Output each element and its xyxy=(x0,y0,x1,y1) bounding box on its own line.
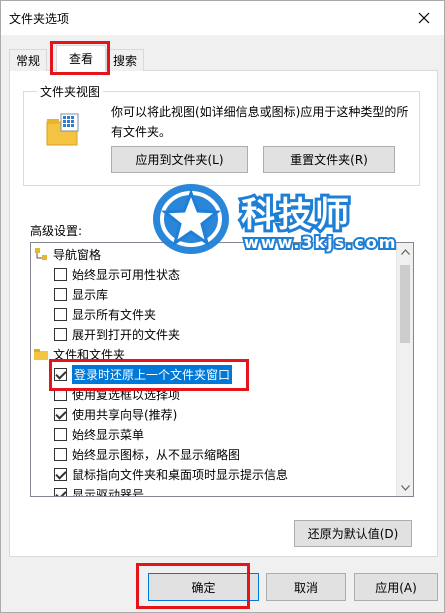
advanced-settings-list[interactable]: 导航窗格 始终显示可用性状态 显示库 显示所有文件夹 展开到打开的文件夹 文件和… xyxy=(30,242,414,497)
watermark-name: 科技师 xyxy=(238,192,352,238)
checkbox[interactable] xyxy=(54,287,67,301)
checkbox[interactable] xyxy=(54,327,67,341)
list-item-use-sharing-wizard[interactable]: 使用共享向导(推荐) xyxy=(54,404,413,424)
list-item-show-pop-up-descriptions[interactable]: 鼠标指向文件夹和桌面项时显示提示信息 xyxy=(54,464,413,484)
scroll-thumb[interactable] xyxy=(400,265,410,343)
advanced-settings-label: 高级设置: xyxy=(30,224,83,238)
list-item-always-show-menus[interactable]: 始终显示菜单 xyxy=(54,424,413,444)
folder-views-legend: 文件夹视图 xyxy=(37,83,104,100)
tab-general-label: 常规 xyxy=(16,54,41,68)
list-item-label: 始终显示图标，从不显示缩略图 xyxy=(72,447,241,462)
checkbox[interactable] xyxy=(54,367,67,381)
list-item-label: 始终显示菜单 xyxy=(72,427,145,442)
checkbox[interactable] xyxy=(54,427,67,441)
list-item-label: 显示库 xyxy=(72,287,109,302)
tab-view-label: 查看 xyxy=(68,52,93,66)
title-bar: 文件夹选项 xyxy=(1,1,444,35)
tab-bar: 常规 查看 搜索 xyxy=(9,45,438,73)
list-item-label: 导航窗格 xyxy=(53,247,102,262)
list-item-show-drive-letters[interactable]: 显示驱动器号 xyxy=(54,484,413,497)
list-item-label: 使用共享向导(推荐) xyxy=(72,407,178,422)
list-group-files-and-folders: 文件和文件夹 xyxy=(34,344,400,364)
folder-options-dialog: 文件夹选项 常规 查看 搜索 文件夹视图 你可以将此视图(如详细信息或图标)应用… xyxy=(0,0,445,613)
list-item-expand-to-open-folder[interactable]: 展开到打开的文件夹 xyxy=(54,324,413,344)
tab-view[interactable]: 查看 xyxy=(56,45,106,73)
folder-view-icon xyxy=(46,113,80,147)
list-item-restore-previous-folder-windows[interactable]: 登录时还原上一个文件夹窗口 xyxy=(54,364,413,384)
list-item-always-show-icons[interactable]: 始终显示图标，从不显示缩略图 xyxy=(54,444,413,464)
navigation-pane-icon xyxy=(35,248,47,260)
tab-general[interactable]: 常规 xyxy=(9,49,48,72)
list-item-label: 显示所有文件夹 xyxy=(72,307,157,322)
watermark-url: www.3kjs.com xyxy=(242,231,398,254)
window-title: 文件夹选项 xyxy=(9,12,70,26)
list-item-show-all-folders[interactable]: 显示所有文件夹 xyxy=(54,304,413,324)
checkbox[interactable] xyxy=(54,407,67,421)
close-button[interactable] xyxy=(410,5,438,31)
apply-to-folders-button[interactable]: 应用到文件夹(L) xyxy=(111,146,248,173)
list-item-label: 登录时还原上一个文件夹窗口 xyxy=(72,364,233,384)
list-item-label: 显示驱动器号 xyxy=(72,487,145,497)
checkbox[interactable] xyxy=(54,487,67,496)
checkbox[interactable] xyxy=(54,387,67,401)
close-icon xyxy=(418,12,430,24)
restore-defaults-button[interactable]: 还原为默认值(D) xyxy=(294,520,412,547)
list-item-label: 展开到打开的文件夹 xyxy=(72,327,181,342)
checkbox[interactable] xyxy=(54,267,67,281)
watermark-logo xyxy=(151,179,235,257)
chevron-up-icon xyxy=(401,248,410,255)
list-item-use-check-boxes[interactable]: 使用复选框以选择项 xyxy=(54,384,413,404)
apply-button[interactable]: 应用(A) xyxy=(354,573,438,601)
chevron-down-icon xyxy=(401,484,410,491)
checkbox[interactable] xyxy=(54,307,67,321)
cancel-button[interactable]: 取消 xyxy=(266,573,346,601)
list-item-label: 使用复选框以选择项 xyxy=(72,387,181,402)
checkbox[interactable] xyxy=(54,447,67,461)
list-item-label: 文件和文件夹 xyxy=(53,347,126,362)
list-item-show-libraries[interactable]: 显示库 xyxy=(54,284,413,304)
tab-search-label: 搜索 xyxy=(113,54,138,68)
folder-views-description: 你可以将此视图(如详细信息或图标)应用于这种类型的所有文件夹。 xyxy=(111,105,409,139)
vertical-scrollbar[interactable] xyxy=(396,243,413,496)
folder-icon xyxy=(34,349,48,360)
scroll-down-button[interactable] xyxy=(397,479,413,496)
ok-button[interactable]: 确定 xyxy=(148,573,259,601)
checkbox[interactable] xyxy=(54,467,67,481)
list-item-label: 鼠标指向文件夹和桌面项时显示提示信息 xyxy=(72,467,289,482)
reset-folders-button[interactable]: 重置文件夹(R) xyxy=(263,146,395,173)
list-item-always-show-availability[interactable]: 始终显示可用性状态 xyxy=(54,264,413,284)
tab-search[interactable]: 搜索 xyxy=(106,49,145,72)
scroll-up-button[interactable] xyxy=(397,243,413,260)
list-item-label: 始终显示可用性状态 xyxy=(72,267,181,282)
